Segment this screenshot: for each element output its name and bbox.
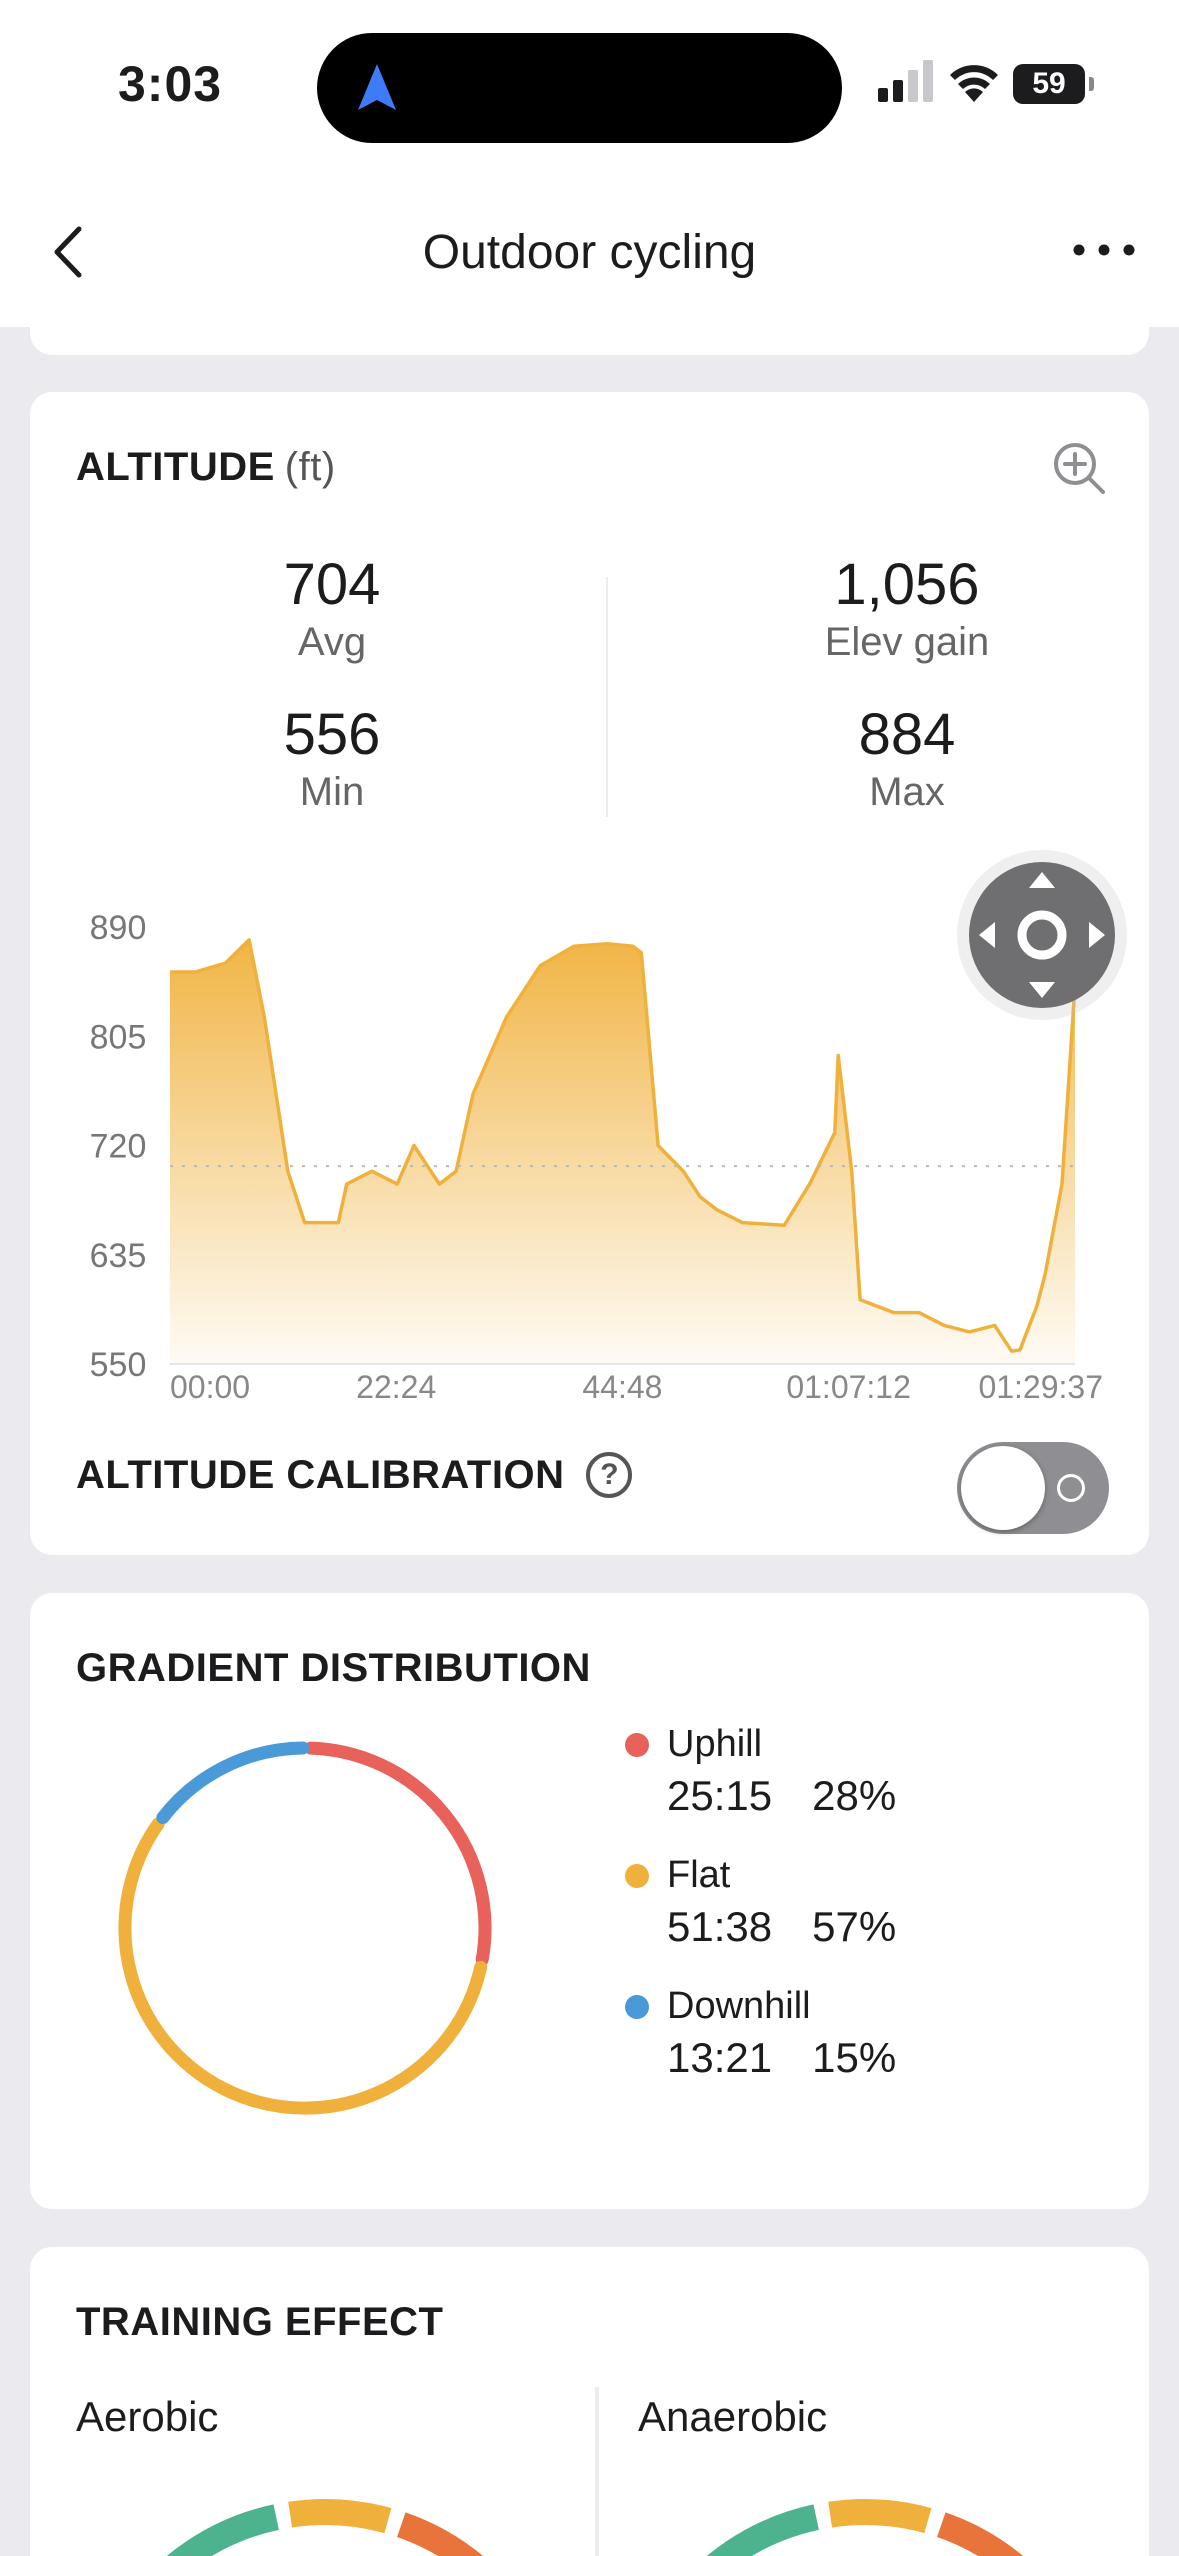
- stat-label: Elev gain: [824, 620, 990, 664]
- gauge-segment: [936, 2512, 1024, 2556]
- stat-elev-gain: 1,056 Elev gain: [707, 552, 1107, 666]
- training-effect-card: TRAINING EFFECT Aerobic Anaerobic: [30, 2247, 1149, 2556]
- previous-card-bottom: [30, 300, 1149, 355]
- pan-arrows-icon: [979, 872, 1105, 998]
- gradient-donut-chart: [118, 1741, 492, 2115]
- donut-segment-uphill: [304, 1741, 492, 1967]
- donut-segment-flat: [118, 1817, 488, 2115]
- x-tick-label: 01:07:12: [786, 1369, 911, 1405]
- stat-label: Avg: [297, 620, 367, 664]
- altitude-title-text: ALTITUDE: [76, 445, 275, 489]
- legend-pct: 15%: [812, 2034, 897, 2081]
- toggle-off-indicator: [1057, 1474, 1085, 1502]
- y-tick-label: 805: [90, 1018, 147, 1056]
- gauge-segment: [706, 2504, 820, 2556]
- battery-level: 59: [1032, 67, 1066, 100]
- page-title: Outdoor cycling: [422, 226, 757, 279]
- more-options-icon[interactable]: [1069, 235, 1139, 265]
- chart-pan-control[interactable]: [957, 850, 1127, 1020]
- navigation-arrow-icon: [358, 64, 396, 110]
- stat-label: Min: [299, 770, 365, 814]
- aerobic-label: Aerobic: [76, 2393, 219, 2440]
- stat-min: 556 Min: [132, 702, 532, 816]
- y-tick-label: 890: [90, 909, 147, 947]
- legend-name: Uphill: [667, 1723, 763, 1765]
- stat-value: 884: [858, 702, 956, 767]
- legend-flat: Flat 51:38 57%: [625, 1854, 896, 1951]
- y-tick-label: 550: [90, 1346, 147, 1384]
- gradient-title: GRADIENT DISTRIBUTION: [76, 1646, 591, 1690]
- stat-value: 1,056: [834, 552, 980, 617]
- stat-label: Max: [869, 770, 945, 814]
- altitude-unit: (ft): [284, 445, 336, 489]
- altitude-card: ALTITUDE (ft) 704 Avg 1,056 Elev gain 556…: [30, 392, 1149, 1555]
- toggle-knob: [961, 1446, 1045, 1530]
- altitude-area: [170, 939, 1075, 1364]
- gauge-segment: [828, 2499, 932, 2534]
- y-tick-label: 635: [90, 1237, 147, 1275]
- training-divider: [595, 2387, 599, 2556]
- wifi-icon: [950, 65, 998, 102]
- x-tick-label: 44:48: [582, 1369, 662, 1405]
- y-tick-label: 720: [90, 1128, 147, 1166]
- legend-pct: 57%: [812, 1903, 897, 1950]
- x-tick-label: 00:00: [170, 1369, 250, 1405]
- stat-avg: 704 Avg: [132, 552, 532, 666]
- training-title: TRAINING EFFECT: [76, 2300, 444, 2344]
- calibration-label: ALTITUDE CALIBRATION: [76, 1452, 565, 1497]
- stat-value: 556: [283, 702, 381, 767]
- zoom-in-icon[interactable]: [1051, 440, 1107, 496]
- help-icon[interactable]: ?: [586, 1452, 633, 1498]
- flat-dot: [625, 1863, 649, 1888]
- battery-icon: 59: [1013, 64, 1094, 104]
- x-tick-label: 01:29:37: [978, 1369, 1103, 1405]
- legend-name: Flat: [667, 1854, 731, 1896]
- calibration-toggle[interactable]: [957, 1442, 1109, 1534]
- downhill-dot: [625, 1994, 649, 2019]
- status-time: 3:03: [118, 56, 223, 112]
- gauge-segment: [166, 2504, 280, 2556]
- legend-name: Downhill: [667, 1985, 811, 2027]
- gradient-card: GRADIENT DISTRIBUTION Uphill 25:15 28% Fl…: [30, 1593, 1149, 2209]
- legend-downhill: Downhill 13:21 15%: [625, 1985, 896, 2082]
- dynamic-island: [317, 33, 842, 143]
- stat-max: 884 Max: [707, 702, 1107, 816]
- legend-uphill: Uphill 25:15 28%: [625, 1723, 896, 1820]
- aerobic-gauge: [166, 2499, 484, 2556]
- legend-pct: 28%: [812, 1772, 897, 1819]
- status-bar: 3:03 59: [0, 0, 1179, 175]
- legend-time: 51:38: [667, 1903, 773, 1950]
- anaerobic-label: Anaerobic: [638, 2393, 828, 2440]
- gauge-segment: [396, 2512, 484, 2556]
- anaerobic-gauge: [706, 2499, 1024, 2556]
- altitude-calibration-row: ALTITUDE CALIBRATION ?: [76, 1452, 633, 1498]
- stats-divider: [606, 577, 608, 817]
- donut-segment-downhill: [156, 1741, 310, 1825]
- legend-time: 13:21: [667, 2034, 773, 2081]
- x-tick-label: 22:24: [356, 1369, 436, 1405]
- pan-control-body[interactable]: [969, 862, 1115, 1008]
- legend-time: 25:15: [667, 1772, 773, 1819]
- gauge-segment: [288, 2499, 392, 2534]
- altitude-title: ALTITUDE (ft): [76, 445, 336, 490]
- stat-value: 704: [283, 552, 381, 617]
- uphill-dot: [625, 1732, 649, 1757]
- cellular-signal-icon: [878, 60, 933, 102]
